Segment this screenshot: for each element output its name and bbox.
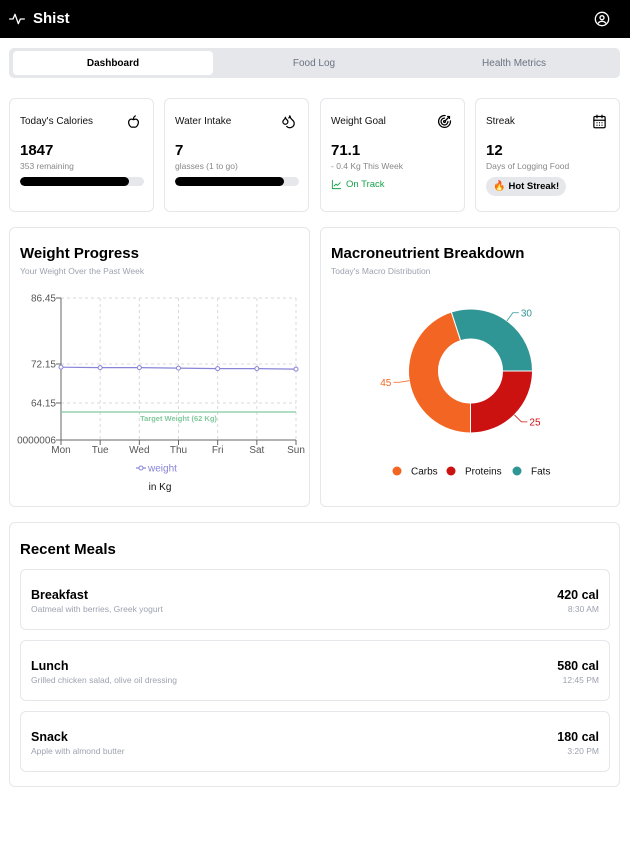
- water-card: Water Intake 7 glasses (1 to go): [164, 98, 309, 212]
- streak-card: Streak 12 Days of Logging Food 🔥 Hot Str…: [475, 98, 620, 212]
- x-tick-label: Fri: [212, 445, 224, 456]
- tab-dashboard[interactable]: Dashboard: [13, 51, 213, 75]
- meal-name: Snack: [31, 730, 68, 744]
- weight-line-chart: 86.4572.1564.150000006Mon Tue Wed Thu Fri Sat…: [17, 294, 305, 494]
- calories-remaining: 353 remaining: [20, 161, 74, 171]
- meal-name: Lunch: [31, 659, 69, 673]
- meal-item[interactable]: Lunch Grilled chicken salad, olive oil d…: [20, 640, 610, 701]
- target-icon: [437, 114, 452, 129]
- x-tick-label: Wed: [129, 445, 149, 456]
- hot-streak-badge: 🔥 Hot Streak!: [486, 177, 567, 196]
- slice-leader-line: [506, 312, 519, 322]
- legend-marker: [392, 466, 402, 476]
- water-value: 7: [175, 142, 184, 159]
- activity-icon: [9, 13, 25, 25]
- water-title: Water Intake: [175, 116, 232, 127]
- x-tick-label: Sun: [287, 445, 305, 456]
- x-tick-label: Thu: [170, 445, 187, 456]
- x-tick-label: Sat: [249, 445, 264, 456]
- legend-weight-label: weight: [147, 464, 177, 475]
- macro-panel: Macroneutrient Breakdown Today's Macro D…: [320, 227, 620, 507]
- unit-label: in Kg: [149, 482, 172, 493]
- legend-marker: [512, 466, 522, 476]
- calories-value: 1847: [20, 142, 54, 159]
- meal-time: 12:45 PM: [562, 675, 599, 685]
- water-progress-bar: [175, 177, 299, 186]
- weight-data-point: [176, 365, 181, 371]
- hot-streak-label: Hot Streak!: [508, 181, 560, 192]
- macro-donut-chart: 45 30 25 Carbs Proteins Fats: [380, 308, 550, 478]
- calories-progress-bar: [20, 177, 144, 186]
- weight-data-point: [136, 365, 142, 371]
- tab-food-log[interactable]: Food Log: [214, 51, 414, 75]
- app-title: Shist: [33, 10, 70, 27]
- slice-value-label: 45: [380, 378, 392, 389]
- meal-description: Apple with almond butter: [31, 746, 125, 756]
- weight-goal-title: Weight Goal: [331, 116, 386, 127]
- slice-value-label: 30: [521, 308, 533, 319]
- on-track-status: On Track: [331, 179, 385, 190]
- tab-health-metrics[interactable]: Health Metrics: [414, 51, 614, 75]
- calories-title: Today's Calories: [20, 116, 94, 127]
- weight-data-point: [293, 366, 299, 372]
- top-bar: Shist: [0, 0, 630, 38]
- legend-label: Carbs: [411, 467, 438, 478]
- proteins-slice: [470, 370, 534, 434]
- weight-change: - 0.4 Kg This Week: [331, 161, 403, 171]
- target-weight-label: Target Weight (62 Kg): [140, 414, 217, 423]
- streak-sub: Days of Logging Food: [486, 161, 570, 171]
- tab-bar: Dashboard Food Log Health Metrics: [9, 48, 620, 78]
- legend-label: Proteins: [465, 467, 502, 478]
- meal-item[interactable]: Snack Apple with almond butter 180 cal 3…: [20, 711, 610, 772]
- meal-calories: 420 cal: [557, 588, 599, 602]
- calories-card: Today's Calories 1847 353 remaining: [9, 98, 154, 212]
- fire-icon: 🔥: [493, 181, 506, 192]
- streak-value: 12: [486, 142, 503, 159]
- weight-data-point: [97, 365, 103, 371]
- legend-marker: [446, 466, 456, 476]
- meal-time: 3:20 PM: [567, 746, 599, 756]
- weight-data-point: [58, 364, 64, 370]
- weight-value: 71.1: [331, 142, 361, 159]
- meal-calories: 180 cal: [557, 730, 599, 744]
- y-tick-label: 72.15: [31, 360, 56, 371]
- user-circle-icon[interactable]: [594, 11, 610, 27]
- water-remaining: glasses (1 to go): [175, 161, 238, 171]
- slice-leader-line: [393, 380, 410, 383]
- weight-goal-card: Weight Goal 71.1 - 0.4 Kg This Week On T…: [320, 98, 465, 212]
- y-tick-label: 64.15: [31, 399, 56, 410]
- slice-value-label: 25: [529, 417, 541, 428]
- meal-item[interactable]: Breakfast Oatmeal with berries, Greek yo…: [20, 569, 610, 630]
- legend-point-icon: [138, 465, 144, 471]
- weight-data-point: [215, 366, 221, 372]
- x-tick-label: Mon: [51, 445, 70, 456]
- meal-name: Breakfast: [31, 588, 88, 602]
- meal-description: Grilled chicken salad, olive oil dressin…: [31, 675, 177, 685]
- meal-calories: 580 cal: [557, 659, 599, 673]
- streak-title: Streak: [486, 116, 515, 127]
- slice-leader-line: [514, 414, 528, 423]
- y-tick-label: 86.45: [31, 294, 56, 305]
- x-tick-label: Tue: [92, 445, 109, 456]
- weight-data-point: [254, 366, 260, 372]
- weight-progress-panel: Weight Progress Your Weight Over the Pas…: [9, 227, 310, 507]
- recent-meals-panel: Recent Meals Breakfast Oatmeal with berr…: [9, 522, 620, 787]
- meal-description: Oatmeal with berries, Greek yogurt: [31, 604, 163, 614]
- calories-progress-fill: [20, 177, 130, 186]
- recent-meals-title: Recent Meals: [20, 541, 116, 558]
- apple-icon: [128, 115, 139, 128]
- calendar-icon: [593, 114, 606, 129]
- droplets-icon: [282, 115, 295, 129]
- meal-time: 8:30 AM: [567, 604, 599, 614]
- trending-up-icon: [331, 179, 342, 190]
- water-progress-fill: [175, 177, 284, 186]
- legend-label: Fats: [531, 467, 550, 478]
- on-track-label: On Track: [346, 179, 385, 190]
